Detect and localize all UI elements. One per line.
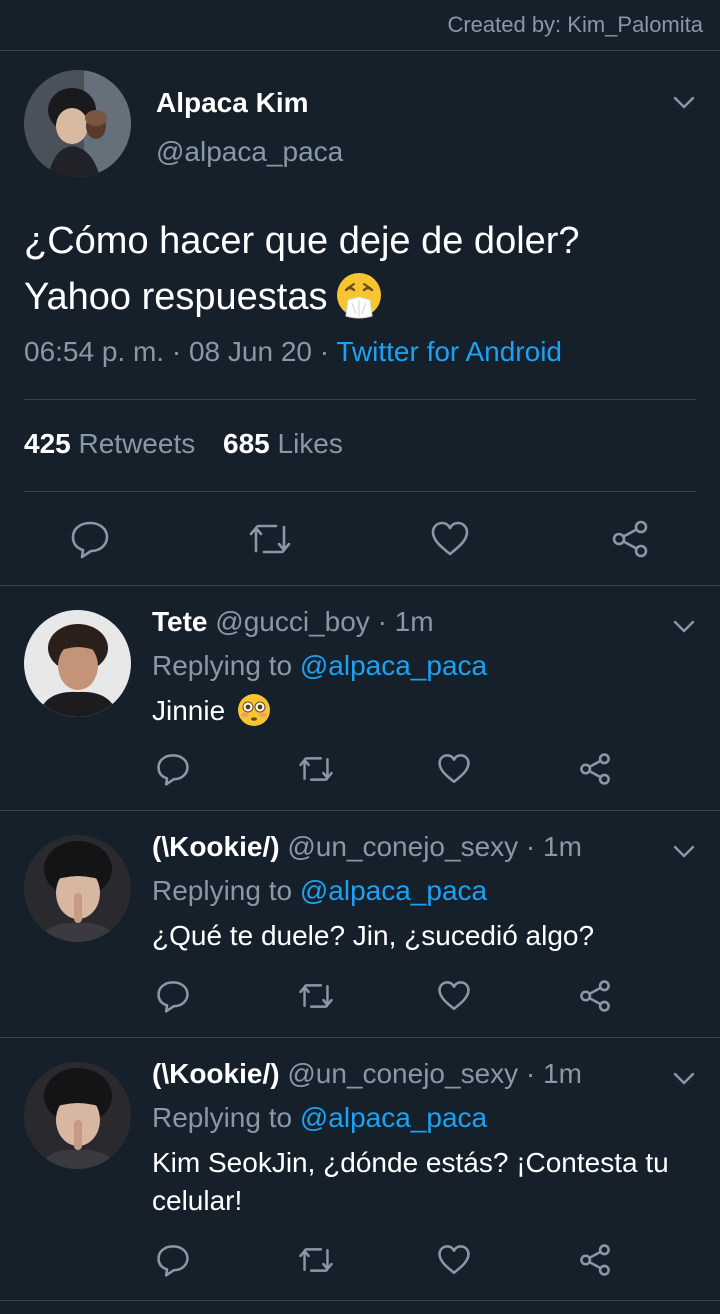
reply-author-handle[interactable]: @un_conejo_sexy · 1m bbox=[287, 1058, 582, 1089]
replying-to: Replying to @alpaca_paca bbox=[152, 650, 487, 682]
replying-to-mention[interactable]: @alpaca_paca bbox=[300, 1102, 487, 1133]
retweet-icon[interactable] bbox=[298, 752, 334, 791]
reply-header: (\Kookie/) @un_conejo_sexy · 1m bbox=[152, 831, 582, 863]
chevron-down-icon[interactable] bbox=[672, 839, 696, 863]
reply-text: Jinnie bbox=[152, 692, 700, 730]
avatar[interactable] bbox=[24, 610, 131, 717]
tweet-source-link[interactable]: Twitter for Android bbox=[336, 336, 562, 367]
reply-header: (\Kookie/) @un_conejo_sexy · 1m bbox=[152, 1058, 582, 1090]
divider bbox=[24, 491, 696, 492]
tweet-text: ¿Cómo hacer que deje de doler? Yahoo res… bbox=[24, 213, 684, 325]
like-icon[interactable] bbox=[437, 1243, 471, 1282]
reply-header: Tete @gucci_boy · 1m bbox=[152, 606, 434, 638]
tweet-thread-page: Created by: Kim_Palomita Alpaca Kim @alp… bbox=[0, 0, 720, 1314]
author-handle[interactable]: @alpaca_paca bbox=[156, 136, 343, 168]
tweet-stats: 425 Retweets 685 Likes bbox=[24, 428, 343, 460]
reply-tweet[interactable]: (\Kookie/) @un_conejo_sexy · 1m Replying… bbox=[0, 811, 720, 1038]
reply-author-name[interactable]: (\Kookie/) bbox=[152, 1058, 280, 1089]
reply-text: Kim SeokJin, ¿dónde estás? ¡Contesta tu … bbox=[152, 1147, 669, 1216]
retweets-count[interactable]: 425 bbox=[24, 428, 71, 459]
replying-to: Replying to @alpaca_paca bbox=[152, 1102, 487, 1134]
reply-author-name[interactable]: Tete bbox=[152, 606, 208, 637]
replying-to-mention[interactable]: @alpaca_paca bbox=[300, 875, 487, 906]
reply-author-name[interactable]: (\Kookie/) bbox=[152, 831, 280, 862]
credit-text: Created by: Kim_Palomita bbox=[447, 12, 703, 37]
author-name[interactable]: Alpaca Kim bbox=[156, 87, 309, 119]
flushed-face-emoji-icon bbox=[237, 693, 271, 727]
share-icon[interactable] bbox=[578, 1243, 612, 1282]
main-tweet: Alpaca Kim @alpaca_paca ¿Cómo hacer que … bbox=[0, 50, 720, 586]
reply-icon[interactable] bbox=[156, 979, 190, 1018]
avatar[interactable] bbox=[24, 1062, 131, 1169]
replying-to: Replying to @alpaca_paca bbox=[152, 875, 487, 907]
tweet-meta: 06:54 p. m. · 08 Jun 20 · Twitter for An… bbox=[24, 336, 562, 368]
credit-bar: Created by: Kim_Palomita bbox=[0, 0, 720, 51]
reply-actions bbox=[0, 752, 720, 792]
reply-icon[interactable] bbox=[156, 1243, 190, 1282]
replying-to-label: Replying to bbox=[152, 1102, 300, 1133]
reply-author-handle[interactable]: @un_conejo_sexy · 1m bbox=[287, 831, 582, 862]
reply-actions bbox=[0, 979, 720, 1019]
reply-author-handle[interactable]: @gucci_boy · 1m bbox=[215, 606, 433, 637]
tweet-text-line-2: Yahoo respuestas bbox=[24, 269, 684, 325]
likes-count[interactable]: 685 bbox=[223, 428, 270, 459]
avatar[interactable] bbox=[24, 835, 131, 942]
retweet-icon[interactable] bbox=[248, 519, 292, 564]
replying-to-label: Replying to bbox=[152, 875, 300, 906]
replying-to-mention[interactable]: @alpaca_paca bbox=[300, 650, 487, 681]
tweet-text-line-1: ¿Cómo hacer que deje de doler? bbox=[24, 220, 580, 262]
chevron-down-icon[interactable] bbox=[672, 90, 696, 114]
retweets-label[interactable]: Retweets bbox=[79, 428, 196, 459]
divider bbox=[24, 399, 696, 400]
avatar[interactable] bbox=[24, 70, 131, 177]
sneezing-face-emoji-icon bbox=[334, 270, 384, 320]
like-icon[interactable] bbox=[437, 979, 471, 1018]
chevron-down-icon[interactable] bbox=[672, 1066, 696, 1090]
tweet-actions bbox=[0, 510, 720, 570]
retweet-icon[interactable] bbox=[298, 1243, 334, 1282]
like-icon[interactable] bbox=[430, 519, 470, 564]
share-icon[interactable] bbox=[578, 979, 612, 1018]
tweet-timestamp: 06:54 p. m. · 08 Jun 20 · bbox=[24, 336, 337, 367]
reply-tweet[interactable]: Tete @gucci_boy · 1m Replying to @alpaca… bbox=[0, 586, 720, 811]
reply-text: ¿Qué te duele? Jin, ¿sucedió algo? bbox=[152, 920, 595, 951]
replying-to-label: Replying to bbox=[152, 650, 300, 681]
like-icon[interactable] bbox=[437, 752, 471, 791]
reply-icon[interactable] bbox=[156, 752, 190, 791]
likes-label[interactable]: Likes bbox=[278, 428, 343, 459]
chevron-down-icon[interactable] bbox=[672, 614, 696, 638]
share-icon[interactable] bbox=[578, 752, 612, 791]
reply-tweet[interactable]: (\Kookie/) @un_conejo_sexy · 1m Replying… bbox=[0, 1038, 720, 1301]
reply-text-content: Jinnie bbox=[152, 695, 226, 726]
tweet-text-line-2-text: Yahoo respuestas bbox=[24, 276, 328, 318]
share-icon[interactable] bbox=[610, 519, 650, 564]
reply-actions bbox=[0, 1243, 720, 1283]
reply-icon[interactable] bbox=[70, 519, 110, 564]
retweet-icon[interactable] bbox=[298, 979, 334, 1018]
